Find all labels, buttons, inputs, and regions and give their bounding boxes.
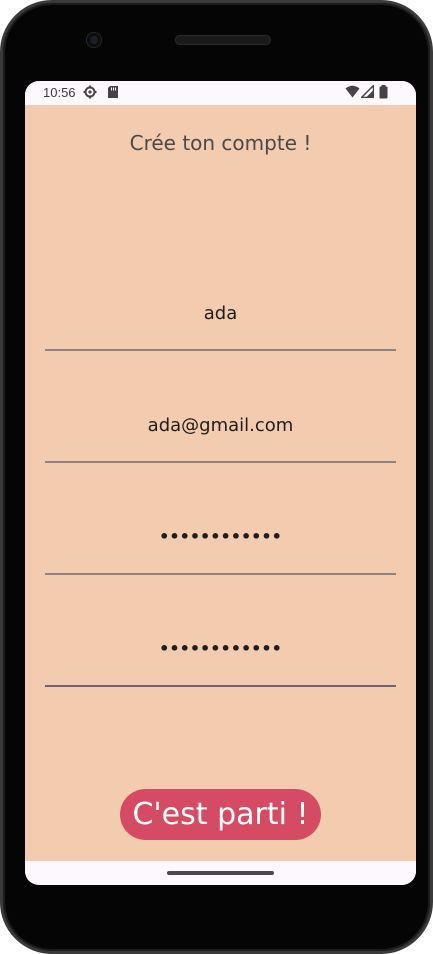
home-gesture-handle[interactable] bbox=[167, 871, 274, 875]
password-confirm-value: •••••••••••• bbox=[159, 639, 282, 658]
navigation-bar bbox=[25, 861, 416, 885]
email-value: ada@gmail.com bbox=[147, 415, 294, 436]
battery-icon bbox=[379, 85, 388, 102]
password-value: •••••••••••• bbox=[159, 527, 282, 546]
email-field[interactable]: ada@gmail.com bbox=[45, 405, 396, 463]
password-confirm-field[interactable]: •••••••••••• bbox=[45, 629, 396, 687]
password-field[interactable]: •••••••••••• bbox=[45, 517, 396, 575]
earpiece-speaker bbox=[175, 35, 271, 45]
phone-frame: 10:56 Crée ton compte ! ada ada@gmail.co… bbox=[0, 0, 433, 954]
settings-icon bbox=[83, 85, 97, 102]
submit-button[interactable]: C'est parti ! bbox=[120, 789, 321, 840]
signup-form: Crée ton compte ! ada ada@gmail.com ••••… bbox=[25, 105, 416, 861]
screen: 10:56 Crée ton compte ! ada ada@gmail.co… bbox=[25, 81, 416, 885]
cell-signal-icon bbox=[359, 83, 375, 101]
status-bar: 10:56 bbox=[25, 81, 416, 105]
username-field[interactable]: ada bbox=[45, 293, 396, 351]
sd-card-icon bbox=[107, 85, 119, 102]
wifi-icon bbox=[345, 85, 360, 101]
username-value: ada bbox=[203, 303, 238, 324]
front-camera bbox=[87, 33, 101, 47]
status-time: 10:56 bbox=[43, 85, 76, 100]
page-title: Crée ton compte ! bbox=[129, 131, 312, 155]
